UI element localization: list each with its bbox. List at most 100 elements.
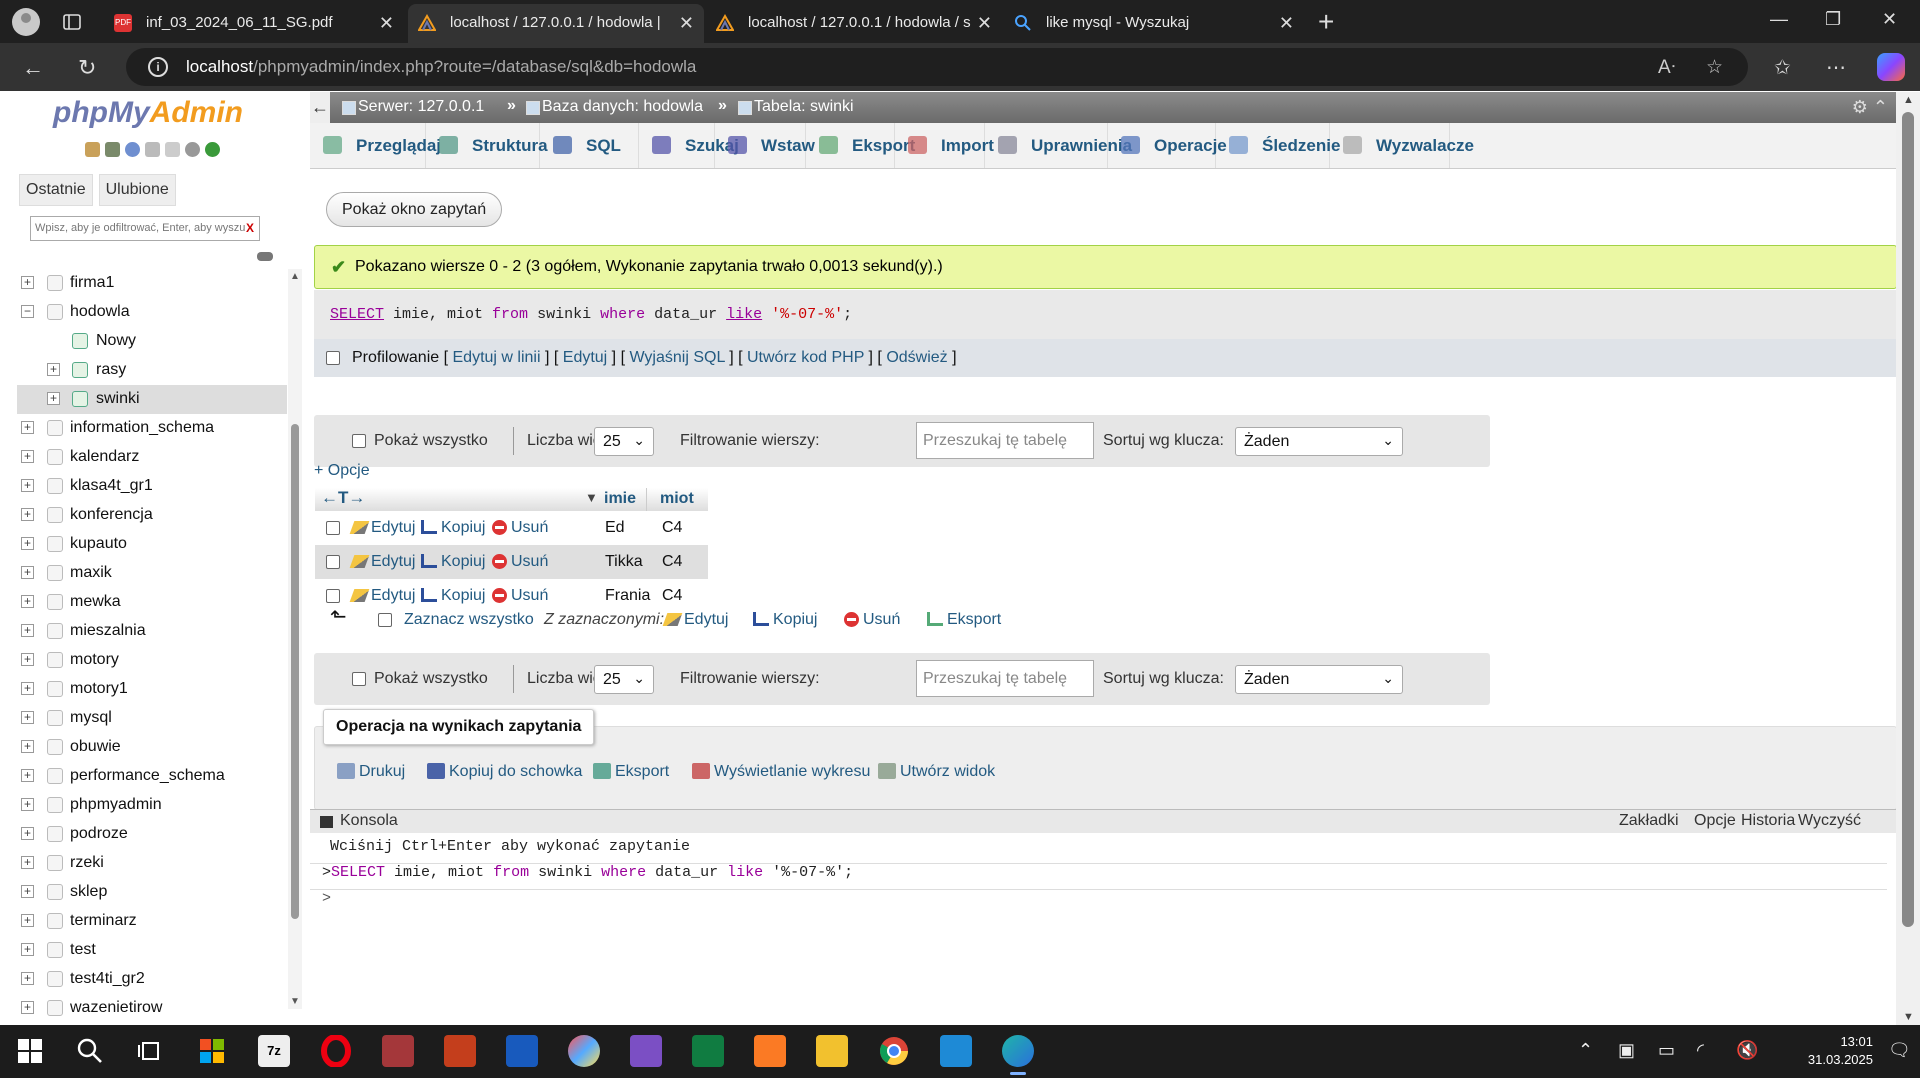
row-delete-button[interactable]: Usuń xyxy=(492,519,548,537)
tab-actions-icon[interactable] xyxy=(62,12,82,32)
tree-item-wazenietirow[interactable]: + wazenietirow xyxy=(17,994,287,1023)
exit-icon[interactable] xyxy=(105,142,120,157)
console-clear[interactable]: Wyczyść xyxy=(1798,812,1861,830)
vscode-icon[interactable] xyxy=(940,1035,972,1067)
tree-item-label[interactable]: motory1 xyxy=(70,680,128,698)
tree-item-label[interactable]: kupauto xyxy=(70,535,127,553)
tab-structure[interactable]: Struktura xyxy=(426,123,548,168)
task-view-icon[interactable] xyxy=(134,1035,166,1067)
file-explorer-icon[interactable] xyxy=(816,1035,848,1067)
close-icon[interactable]: ✕ xyxy=(1279,13,1294,34)
browser-tab-pdf[interactable]: PDF inf_03_2024_06_11_SG.pdf ✕ xyxy=(104,4,404,43)
expand-icon[interactable]: + xyxy=(21,276,34,289)
tree-item-label[interactable]: swinki xyxy=(96,390,140,408)
row-checkbox[interactable] xyxy=(326,521,340,535)
tree-item-hodowla[interactable]: − hodowla xyxy=(17,298,287,327)
url-text[interactable]: localhost/phpmyadmin/index.php?route=/da… xyxy=(186,57,696,77)
tray-overflow-icon[interactable]: ⌃ xyxy=(1578,1040,1593,1061)
tree-item-label[interactable]: terminarz xyxy=(70,912,137,930)
tree-item-rasy[interactable]: + rasy xyxy=(17,356,287,385)
favorite-star-icon[interactable]: ☆ xyxy=(1706,56,1723,79)
tree-item-maxik[interactable]: + maxik xyxy=(17,559,287,588)
browser-tab-hodowla-active[interactable]: localhost / 127.0.0.1 / hodowla | p ✕ xyxy=(408,4,704,43)
create-view-button[interactable]: Utwórz widok xyxy=(878,763,995,781)
row-delete-button[interactable]: Usuń xyxy=(492,553,548,571)
bulk-export-button[interactable]: Eksport xyxy=(927,611,1001,629)
tree-item-label[interactable]: test4ti_gr2 xyxy=(70,970,145,988)
tree-item-label[interactable]: sklep xyxy=(70,883,107,901)
expand-icon[interactable]: + xyxy=(21,740,34,753)
tree-item-performance-schema[interactable]: + performance_schema xyxy=(17,762,287,791)
tree-item-test4ti-gr2[interactable]: + test4ti_gr2 xyxy=(17,965,287,994)
tree-item-terminarz[interactable]: + terminarz xyxy=(17,907,287,936)
tree-item-label[interactable]: podroze xyxy=(70,825,128,843)
rows-per-page-select[interactable]: 25 ⌄ xyxy=(594,665,654,694)
close-window-button[interactable]: ✕ xyxy=(1882,9,1897,30)
tree-item-label[interactable]: mieszalnia xyxy=(70,622,146,640)
restore-button[interactable]: ❐ xyxy=(1825,9,1841,30)
tree-item-information-schema[interactable]: + information_schema xyxy=(17,414,287,443)
system-clock[interactable]: 13:01 31.03.2025 xyxy=(1773,1033,1873,1069)
notifications-icon[interactable]: 🗨 xyxy=(1888,1040,1911,1061)
tree-item-label[interactable]: information_schema xyxy=(70,419,214,437)
tree-item-motory1[interactable]: + motory1 xyxy=(17,675,287,704)
battery-icon[interactable]: ▭ xyxy=(1658,1040,1675,1061)
console-history-entry[interactable]: >SELECT imie, miot from swinki where dat… xyxy=(310,864,1887,890)
tree-item-label[interactable]: Nowy xyxy=(96,332,136,350)
tree-item-mieszalnia[interactable]: + mieszalnia xyxy=(17,617,287,646)
taskbar-search-icon[interactable] xyxy=(74,1035,106,1067)
tree-item-phpmyadmin[interactable]: + phpmyadmin xyxy=(17,791,287,820)
link-panels-icon[interactable] xyxy=(257,252,273,261)
tree-item-label[interactable]: mewka xyxy=(70,593,121,611)
database-filter-input[interactable]: Wpisz, aby je odfiltrować, Enter, aby wy… xyxy=(30,216,260,241)
expand-icon[interactable]: + xyxy=(47,363,60,376)
bulk-copy-button[interactable]: Kopiuj xyxy=(753,611,817,629)
bulk-delete-button[interactable]: Usuń xyxy=(844,611,900,629)
cell-miot[interactable]: C4 xyxy=(662,587,682,605)
expand-icon[interactable]: + xyxy=(21,856,34,869)
clear-filter-icon[interactable]: X xyxy=(246,221,254,235)
microsoft-store-icon[interactable] xyxy=(196,1035,228,1067)
refresh-icon[interactable] xyxy=(205,142,220,157)
tab-import[interactable]: Import xyxy=(895,123,994,168)
filter-rows-input[interactable]: Przeszukaj tę tabelę xyxy=(916,422,1094,459)
tree-item-klasa4t-gr1[interactable]: + klasa4t_gr1 xyxy=(17,472,287,501)
favorites-icon[interactable]: ✩ xyxy=(1774,55,1791,80)
volume-muted-icon[interactable]: 🔇 xyxy=(1736,1040,1758,1061)
sort-dropdown-icon[interactable]: ▼ xyxy=(585,490,598,505)
tab-insert[interactable]: Wstaw xyxy=(715,123,815,168)
tree-item-rzeki[interactable]: + rzeki xyxy=(17,849,287,878)
breadcrumb-database[interactable]: Baza danych: hodowla xyxy=(542,98,703,116)
rows-per-page-select[interactable]: 25 ⌄ xyxy=(594,427,654,456)
tab-privileges[interactable]: Uprawnienia xyxy=(985,123,1132,168)
tab-search[interactable]: Szukaj xyxy=(639,123,739,168)
tree-item-kalendarz[interactable]: + kalendarz xyxy=(17,443,287,472)
row-copy-button[interactable]: Kopiuj xyxy=(421,519,485,537)
tree-item-label[interactable]: motory xyxy=(70,651,119,669)
tree-item-mysql[interactable]: + mysql xyxy=(17,704,287,733)
tree-item-label[interactable]: hodowla xyxy=(70,303,130,321)
reload-button[interactable]: ↻ xyxy=(78,55,96,81)
access-icon[interactable] xyxy=(382,1035,414,1067)
breadcrumb-table[interactable]: Tabela: swinki xyxy=(754,98,854,116)
executed-sql[interactable]: SELECT imie, miot from swinki where data… xyxy=(314,290,1897,339)
row-edit-button[interactable]: Edytuj xyxy=(349,587,415,605)
help-icon[interactable] xyxy=(125,142,140,157)
tab-recent[interactable]: Ostatnie xyxy=(19,174,93,206)
tree-item-label[interactable]: konferencja xyxy=(70,506,153,524)
tree-item-sklep[interactable]: + sklep xyxy=(17,878,287,907)
column-miot[interactable]: miot xyxy=(660,490,694,508)
url-box[interactable]: i localhost/phpmyadmin/index.php?route=/… xyxy=(126,48,1748,86)
console-header[interactable]: Konsola Zakładki Opcje Historia Wyczyść xyxy=(310,810,1903,833)
minimize-button[interactable]: — xyxy=(1770,9,1788,30)
column-imie[interactable]: imie xyxy=(604,490,636,508)
expand-icon[interactable]: + xyxy=(21,566,34,579)
expand-icon[interactable]: + xyxy=(21,914,34,927)
tree-item-mewka[interactable]: + mewka xyxy=(17,588,287,617)
tab-favorites[interactable]: Ulubione xyxy=(98,174,176,206)
tree-item-firma1[interactable]: + firma1 xyxy=(17,269,287,298)
expand-icon[interactable]: + xyxy=(21,450,34,463)
expand-icon[interactable]: + xyxy=(21,711,34,724)
close-icon[interactable]: ✕ xyxy=(379,13,394,34)
tab-export[interactable]: Eksport xyxy=(806,123,915,168)
